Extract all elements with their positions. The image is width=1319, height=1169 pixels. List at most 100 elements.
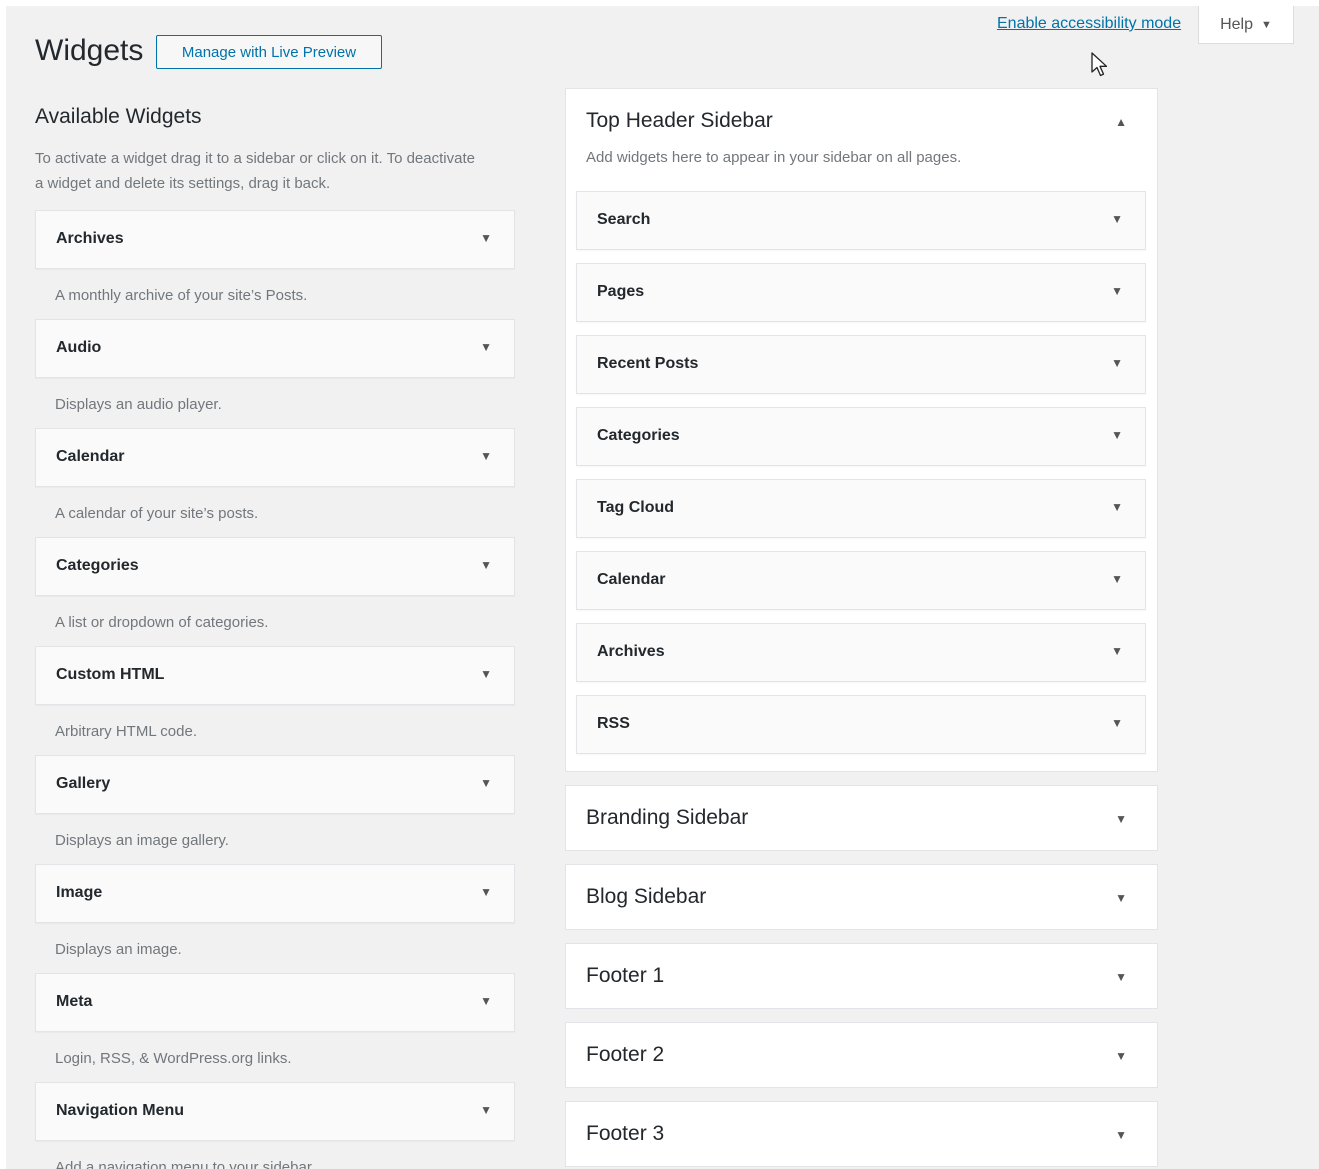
widget-description: A calendar of your site’s posts. xyxy=(55,505,259,522)
widget-title: Calendar xyxy=(597,571,666,588)
widget-title: Archives xyxy=(597,643,665,660)
arrow-down-icon[interactable]: ▼ xyxy=(1115,1128,1127,1142)
available-widgets-list: Archives ▼ A monthly archive of your sit… xyxy=(35,210,515,1169)
help-label: Help xyxy=(1220,15,1253,33)
arrow-down-icon[interactable]: ▼ xyxy=(1111,356,1123,370)
widget-description: Arbitrary HTML code. xyxy=(55,723,197,740)
sidebar-description: Add widgets here to appear in your sideb… xyxy=(586,149,962,166)
arrow-up-icon[interactable]: ▲ xyxy=(1115,115,1127,129)
sidebar-title: Branding Sidebar xyxy=(586,806,749,829)
widget-item: Custom HTML ▼ Arbitrary HTML code. xyxy=(35,646,515,755)
arrow-down-icon[interactable]: ▼ xyxy=(1111,284,1123,298)
arrow-down-icon[interactable]: ▼ xyxy=(1111,500,1123,514)
widgets-admin-page: Enable accessibility mode Help ▼ Widgets… xyxy=(6,6,1319,1169)
sidebar-widget-search[interactable]: Search ▼ xyxy=(576,191,1146,250)
widget-item: Gallery ▼ Displays an image gallery. xyxy=(35,755,515,864)
widget-description: A list or dropdown of categories. xyxy=(55,614,269,631)
widget-description: Displays an audio player. xyxy=(55,396,222,413)
sidebar-top-header: Top Header Sidebar ▲ Add widgets here to… xyxy=(565,88,1158,772)
sidebar-branding[interactable]: Branding Sidebar ▼ xyxy=(565,785,1158,851)
widget-title: Categories xyxy=(56,557,139,574)
available-widgets-heading: Available Widgets xyxy=(35,105,202,128)
arrow-down-icon[interactable]: ▼ xyxy=(480,1103,492,1117)
arrow-down-icon[interactable]: ▼ xyxy=(1115,1049,1127,1063)
widget-item: Navigation Menu ▼ Add a navigation menu … xyxy=(35,1082,515,1169)
widget-draggable-calendar[interactable]: Calendar ▼ xyxy=(35,428,515,487)
sidebar-title: Blog Sidebar xyxy=(586,885,707,908)
mouse-pointer-icon xyxy=(1091,52,1108,77)
arrow-down-icon[interactable]: ▼ xyxy=(1115,891,1127,905)
arrow-down-icon[interactable]: ▼ xyxy=(1111,212,1123,226)
sidebar-widget-rss[interactable]: RSS ▼ xyxy=(576,695,1146,754)
widget-title: Audio xyxy=(56,339,102,356)
widget-item: Meta ▼ Login, RSS, & WordPress.org links… xyxy=(35,973,515,1082)
sidebar-footer-1[interactable]: Footer 1 ▼ xyxy=(565,943,1158,1009)
widget-draggable-audio[interactable]: Audio ▼ xyxy=(35,319,515,378)
widget-title: Gallery xyxy=(56,775,111,792)
sidebar-widget-archives[interactable]: Archives ▼ xyxy=(576,623,1146,682)
widget-description: Add a navigation menu to your sidebar. xyxy=(55,1159,316,1169)
arrow-down-icon[interactable]: ▼ xyxy=(480,340,492,354)
sidebar-blog[interactable]: Blog Sidebar ▼ xyxy=(565,864,1158,930)
widget-draggable-archives[interactable]: Archives ▼ xyxy=(35,210,515,269)
arrow-down-icon[interactable]: ▼ xyxy=(1111,716,1123,730)
widget-description: Login, RSS, & WordPress.org links. xyxy=(55,1050,292,1067)
widget-item: Archives ▼ A monthly archive of your sit… xyxy=(35,210,515,319)
widget-item: Audio ▼ Displays an audio player. xyxy=(35,319,515,428)
arrow-down-icon[interactable]: ▼ xyxy=(480,667,492,681)
widget-draggable-gallery[interactable]: Gallery ▼ xyxy=(35,755,515,814)
arrow-down-icon[interactable]: ▼ xyxy=(1111,644,1123,658)
sidebar-title[interactable]: Top Header Sidebar xyxy=(586,109,773,133)
sidebar-widget-pages[interactable]: Pages ▼ xyxy=(576,263,1146,322)
arrow-down-icon[interactable]: ▼ xyxy=(480,231,492,245)
caret-down-icon: ▼ xyxy=(1261,18,1272,31)
arrow-down-icon[interactable]: ▼ xyxy=(1115,970,1127,984)
widget-draggable-navigation-menu[interactable]: Navigation Menu ▼ xyxy=(35,1082,515,1141)
widget-title: Categories xyxy=(597,427,680,444)
sidebar-widget-recent-posts[interactable]: Recent Posts ▼ xyxy=(576,335,1146,394)
widget-description: Displays an image. xyxy=(55,941,182,958)
sidebar-widget-calendar[interactable]: Calendar ▼ xyxy=(576,551,1146,610)
sidebar-widgets-list: Search ▼ Pages ▼ Recent Posts ▼ Categori… xyxy=(576,191,1146,767)
arrow-down-icon[interactable]: ▼ xyxy=(480,885,492,899)
arrow-down-icon[interactable]: ▼ xyxy=(1111,428,1123,442)
arrow-down-icon[interactable]: ▼ xyxy=(480,558,492,572)
sidebar-footer-3[interactable]: Footer 3 ▼ xyxy=(565,1101,1158,1167)
widget-item: Image ▼ Displays an image. xyxy=(35,864,515,973)
widget-item: Calendar ▼ A calendar of your site’s pos… xyxy=(35,428,515,537)
widget-description: Displays an image gallery. xyxy=(55,832,229,849)
help-tab-button[interactable]: Help ▼ xyxy=(1198,6,1294,44)
arrow-down-icon[interactable]: ▼ xyxy=(1115,812,1127,826)
enable-accessibility-mode-link[interactable]: Enable accessibility mode xyxy=(997,15,1181,33)
sidebar-widget-tag-cloud[interactable]: Tag Cloud ▼ xyxy=(576,479,1146,538)
widget-title: Search xyxy=(597,211,651,228)
sidebar-title: Footer 2 xyxy=(586,1043,665,1066)
arrow-down-icon[interactable]: ▼ xyxy=(480,776,492,790)
widget-title: Pages xyxy=(597,283,645,300)
collapsed-sidebars-list: Branding Sidebar ▼ Blog Sidebar ▼ Footer… xyxy=(565,785,1158,1169)
widget-title: Navigation Menu xyxy=(56,1102,185,1119)
sidebar-title: Footer 1 xyxy=(586,964,665,987)
manage-with-live-preview-button[interactable]: Manage with Live Preview xyxy=(156,35,382,69)
available-widgets-description: To activate a widget drag it to a sideba… xyxy=(35,150,475,192)
widget-title: Image xyxy=(56,884,103,901)
sidebar-title: Footer 3 xyxy=(586,1122,665,1145)
widget-draggable-image[interactable]: Image ▼ xyxy=(35,864,515,923)
widget-title: Meta xyxy=(56,993,93,1010)
widget-title: Archives xyxy=(56,230,124,247)
sidebar-widget-categories[interactable]: Categories ▼ xyxy=(576,407,1146,466)
sidebar-footer-2[interactable]: Footer 2 ▼ xyxy=(565,1022,1158,1088)
widget-draggable-categories[interactable]: Categories ▼ xyxy=(35,537,515,596)
widget-title: RSS xyxy=(597,715,630,732)
arrow-down-icon[interactable]: ▼ xyxy=(1111,572,1123,586)
widget-title: Calendar xyxy=(56,448,125,465)
widget-title: Recent Posts xyxy=(597,355,699,372)
widget-draggable-custom-html[interactable]: Custom HTML ▼ xyxy=(35,646,515,705)
widget-title: Custom HTML xyxy=(56,666,165,683)
arrow-down-icon[interactable]: ▼ xyxy=(480,994,492,1008)
widget-item: Categories ▼ A list or dropdown of categ… xyxy=(35,537,515,646)
widget-title: Tag Cloud xyxy=(597,499,675,516)
arrow-down-icon[interactable]: ▼ xyxy=(480,449,492,463)
widget-draggable-meta[interactable]: Meta ▼ xyxy=(35,973,515,1032)
widget-description: A monthly archive of your site’s Posts. xyxy=(55,287,308,304)
